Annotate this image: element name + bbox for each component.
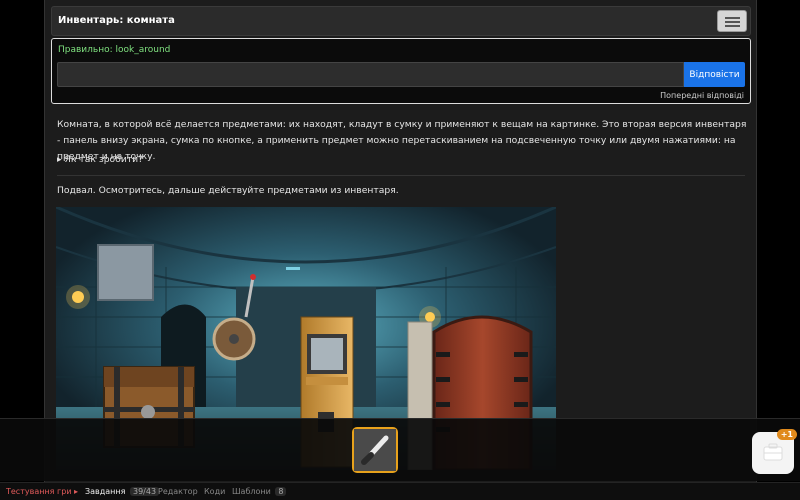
tab-editor[interactable]: Редактор bbox=[158, 487, 198, 496]
templates-count-badge: 8 bbox=[275, 487, 287, 496]
tasks-count-badge: 39/43 bbox=[130, 487, 160, 496]
tab-templates[interactable]: Шаблони 8 bbox=[232, 487, 287, 496]
correct-answer-text: Правильно: look_around bbox=[58, 45, 171, 55]
previous-answers-link[interactable]: Попередні відповіді bbox=[660, 91, 744, 100]
submit-answer-button[interactable]: Відповісти bbox=[684, 62, 745, 87]
tab-tasks[interactable]: Завдання 39/43 bbox=[85, 487, 160, 496]
tab-tasks-label: Завдання bbox=[85, 487, 126, 496]
howto-toggle[interactable]: ▸ Як так зробити? bbox=[57, 154, 143, 165]
answer-box: Правильно: look_around Відповісти Попере… bbox=[51, 38, 751, 104]
divider bbox=[57, 175, 745, 176]
answer-input[interactable] bbox=[57, 62, 684, 87]
task-description: Комната, в которой всё делается предмета… bbox=[57, 119, 747, 162]
bag-badge: +1 bbox=[776, 429, 797, 440]
inventory-slot-screwdriver[interactable] bbox=[352, 427, 398, 473]
bag-button[interactable]: +1 bbox=[752, 429, 797, 474]
inventory-bar bbox=[0, 418, 800, 481]
test-game-menu[interactable]: Тестування гри ▸ bbox=[6, 487, 78, 496]
app-root: Инвентарь: комната Правильно: look_aroun… bbox=[0, 0, 800, 500]
panel-title: Инвентарь: комната bbox=[58, 15, 175, 26]
hamburger-icon bbox=[725, 17, 740, 19]
scene-text: Подвал. Осмотритесь, дальше действуйте п… bbox=[57, 185, 399, 196]
hamburger-icon bbox=[725, 21, 740, 23]
tab-templates-label: Шаблони bbox=[232, 487, 271, 496]
status-bar: Тестування гри ▸ Завдання 39/43 Редактор… bbox=[0, 482, 800, 500]
screwdriver-icon bbox=[354, 429, 396, 471]
panel-header: Инвентарь: комната bbox=[51, 6, 751, 36]
hamburger-icon bbox=[725, 25, 740, 27]
tab-codes[interactable]: Коди bbox=[204, 487, 225, 496]
menu-button[interactable] bbox=[717, 10, 747, 32]
